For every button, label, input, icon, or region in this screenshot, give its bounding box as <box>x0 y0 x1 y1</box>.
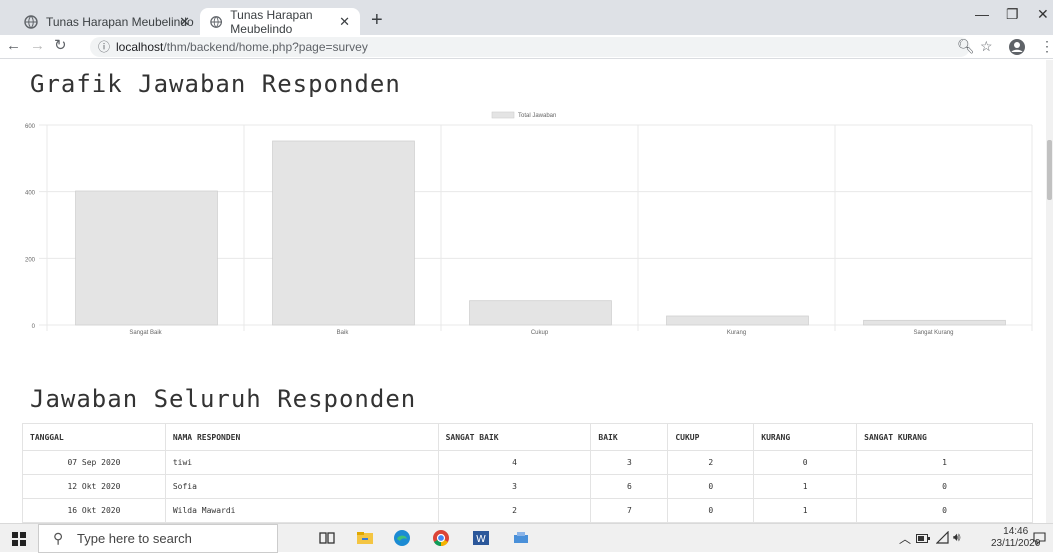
page-content: Grafik Jawaban Responden 0 200 400 600 Sanga… <box>0 60 1046 523</box>
bar <box>75 190 218 326</box>
responses-table: TANGGAL NAMA RESPONDEN SANGAT BAIK BAIK CUKU… <box>22 423 1033 523</box>
browser-toolbar: ← → ↻ ⓘ localhost/thm/backend/home.php?p… <box>0 35 1053 59</box>
table-cell: 2 <box>667 450 755 475</box>
table-cell: 16 Okt 2020 <box>22 498 166 523</box>
file-explorer-icon[interactable] <box>356 529 374 547</box>
wifi-icon[interactable] <box>936 531 950 545</box>
table-cell: 3 <box>590 450 669 475</box>
column-header: TANGGAL <box>22 423 166 451</box>
table-cell: 1 <box>856 450 1033 475</box>
bar <box>666 315 809 326</box>
table-cell: Sofia <box>164 474 439 499</box>
table-cell: 0 <box>667 474 755 499</box>
restore-icon[interactable]: ❐ <box>1006 6 1019 23</box>
table-cell: 1 <box>753 474 858 499</box>
x-tick-label: Baik <box>337 330 350 336</box>
column-header: BAIK <box>590 423 669 451</box>
app-icon[interactable] <box>512 529 530 547</box>
zoom-icon[interactable]: 🔍︎ <box>957 38 975 55</box>
table-cell: 0 <box>753 450 858 475</box>
table-cell: 0 <box>856 474 1033 499</box>
menu-icon[interactable]: ⋮ <box>1040 38 1053 55</box>
info-icon[interactable]: ⓘ <box>98 37 110 57</box>
legend-label: Total Jawaban <box>518 113 556 119</box>
search-placeholder: Type here to search <box>77 531 192 546</box>
y-tick-label: 0 <box>32 324 36 330</box>
svg-text:W: W <box>476 534 486 545</box>
notification-icon[interactable] <box>1033 532 1046 545</box>
y-tick-label: 600 <box>25 124 36 130</box>
table-cell: 4 <box>437 450 592 475</box>
table-cell: 0 <box>856 498 1033 523</box>
browser-tab-2[interactable]: Tunas Harapan Meubelindo ✕ <box>200 8 360 36</box>
bar-chart: 0 200 400 600 Sangat Baik Baik Cukup Kurang Sang… <box>25 111 1033 336</box>
volume-icon[interactable]: 🔊︎ <box>953 530 961 545</box>
x-tick-label: Sangat Baik <box>129 330 162 336</box>
x-tick-label: Sangat Kurang <box>913 330 953 336</box>
url-host: localhost <box>116 40 164 54</box>
profile-icon[interactable] <box>1008 38 1026 56</box>
close-tab-icon[interactable]: ✕ <box>339 14 350 30</box>
table-row: 07 Sep 2020 tiwi 4 3 2 0 1 <box>22 450 1033 475</box>
column-header: NAMA RESPONDEN <box>164 423 439 451</box>
bookmark-star-icon[interactable]: ☆ <box>980 38 993 55</box>
y-tick-label: 200 <box>25 257 36 263</box>
table-cell: tiwi <box>164 450 439 475</box>
chrome-icon[interactable] <box>432 529 450 547</box>
taskbar-search-box[interactable]: ⚲ Type here to search <box>38 524 278 553</box>
bar <box>469 300 612 326</box>
forward-arrow-icon[interactable]: → <box>30 37 45 55</box>
back-arrow-icon[interactable]: ← <box>6 37 21 55</box>
taskbar: ⚲ Type here to search W ︿ 🔊︎ 14:46 23/11… <box>0 523 1053 553</box>
globe-icon <box>210 15 223 28</box>
window-close-icon[interactable]: ✕ <box>1037 6 1049 23</box>
tab-title: Tunas Harapan Meubelindo <box>46 14 194 29</box>
scrollbar-thumb[interactable] <box>1047 140 1052 200</box>
page-scrollbar[interactable] <box>1046 60 1053 523</box>
bar <box>272 140 415 326</box>
minimize-icon[interactable]: — <box>975 6 989 22</box>
table-cell: Wilda Mawardi <box>164 498 439 523</box>
table-cell: 12 Okt 2020 <box>22 474 166 499</box>
battery-icon[interactable] <box>916 534 930 543</box>
table-row: 12 Okt 2020 Sofia 3 6 0 1 0 <box>22 474 1033 499</box>
table-cell: 7 <box>590 498 669 523</box>
address-bar[interactable]: ⓘ localhost/thm/backend/home.php?page=su… <box>90 37 970 57</box>
table-cell: 07 Sep 2020 <box>22 450 166 475</box>
edge-browser-icon[interactable] <box>393 529 411 547</box>
table-cell: 0 <box>667 498 755 523</box>
y-tick-label: 400 <box>25 191 36 197</box>
word-icon[interactable]: W <box>472 529 490 547</box>
new-tab-button[interactable]: + <box>371 10 383 30</box>
browser-tab-1[interactable]: Tunas Harapan Meubelindo ✕ <box>14 8 200 35</box>
bar <box>863 319 1006 326</box>
globe-icon <box>24 14 38 29</box>
column-header: CUKUP <box>667 423 755 451</box>
x-tick-label: Kurang <box>727 330 746 336</box>
windows-start-icon[interactable] <box>12 532 26 546</box>
browser-tab-strip: Tunas Harapan Meubelindo ✕ Tunas Harapan… <box>0 0 1053 36</box>
search-icon: ⚲ <box>53 530 64 546</box>
table-cell: 6 <box>590 474 669 499</box>
reload-icon[interactable]: ↻ <box>54 37 67 55</box>
table-cell: 3 <box>437 474 592 499</box>
column-header: KURANG <box>753 423 858 451</box>
table-cell: 1 <box>753 498 858 523</box>
column-header: SANGAT KURANG <box>856 423 1033 451</box>
table-header-row: TANGGAL NAMA RESPONDEN SANGAT BAIK BAIK CUKU… <box>22 423 1033 451</box>
url-text: localhost/thm/backend/home.php?page=surv… <box>116 37 368 57</box>
legend-swatch <box>491 111 515 119</box>
table-row: 16 Okt 2020 Wilda Mawardi 2 7 0 1 0 <box>22 498 1033 523</box>
chevron-up-icon[interactable]: ︿ <box>899 530 911 547</box>
column-header: SANGAT BAIK <box>437 423 592 451</box>
table-heading: Jawaban Seluruh Responden <box>30 385 417 413</box>
task-view-icon[interactable] <box>318 529 336 547</box>
url-path: /thm/backend/home.php?page=survey <box>163 40 368 54</box>
close-tab-icon[interactable]: ✕ <box>179 14 190 30</box>
table-cell: 2 <box>437 498 592 523</box>
x-tick-label: Cukup <box>531 330 549 336</box>
